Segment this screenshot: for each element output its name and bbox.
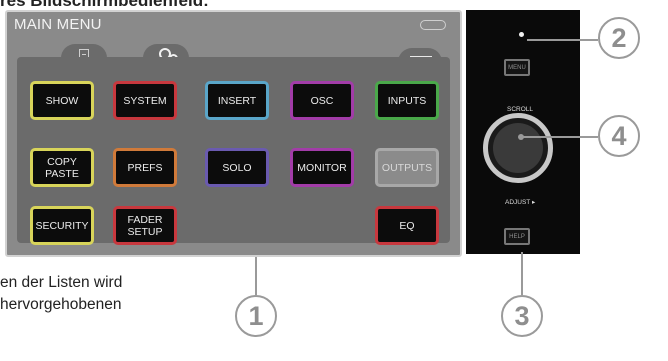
help-hardware-button[interactable]: HELP [504,228,530,245]
callout-1: 1 [235,295,277,337]
leader-line-4 [521,136,598,138]
callout-4: 4 [598,115,640,157]
leader-line-3 [521,252,523,295]
osc-button[interactable]: OSC [290,81,354,120]
inputs-button[interactable]: INPUTS [375,81,439,120]
monitor-button[interactable]: MONITOR [290,148,354,187]
leader-line-2 [527,39,598,41]
screen-title: MAIN MENU [14,16,102,33]
copy-paste-button[interactable]: COPY PASTE [30,148,94,187]
callout-2: 2 [598,17,640,59]
status-led [519,32,524,37]
scroll-adjust-knob[interactable] [483,113,553,183]
eq-button[interactable]: EQ [375,206,439,245]
security-button[interactable]: SECURITY [30,206,94,245]
prefs-button[interactable]: PREFS [113,148,177,187]
body-text-line-1: en der Listen wird [0,274,123,291]
logo-icon [420,20,446,30]
solo-button[interactable]: SOLO [205,148,269,187]
scroll-label: SCROLL [507,106,534,113]
hardware-panel: MENU SCROLL ADJUST ▸ HELP [466,10,580,254]
fader-setup-button[interactable]: FADER SETUP [113,206,177,245]
adjust-label: ADJUST ▸ [505,199,536,206]
menu-hardware-button[interactable]: MENU [504,59,530,76]
insert-button[interactable]: INSERT [205,81,269,120]
body-text-line-2: hervorgehobenen [0,296,122,313]
leader-line-1 [255,257,257,295]
show-button[interactable]: SHOW [30,81,94,120]
system-button[interactable]: SYSTEM [113,81,177,120]
callout-3: 3 [501,295,543,337]
outputs-button[interactable]: OUTPUTS [375,148,439,187]
